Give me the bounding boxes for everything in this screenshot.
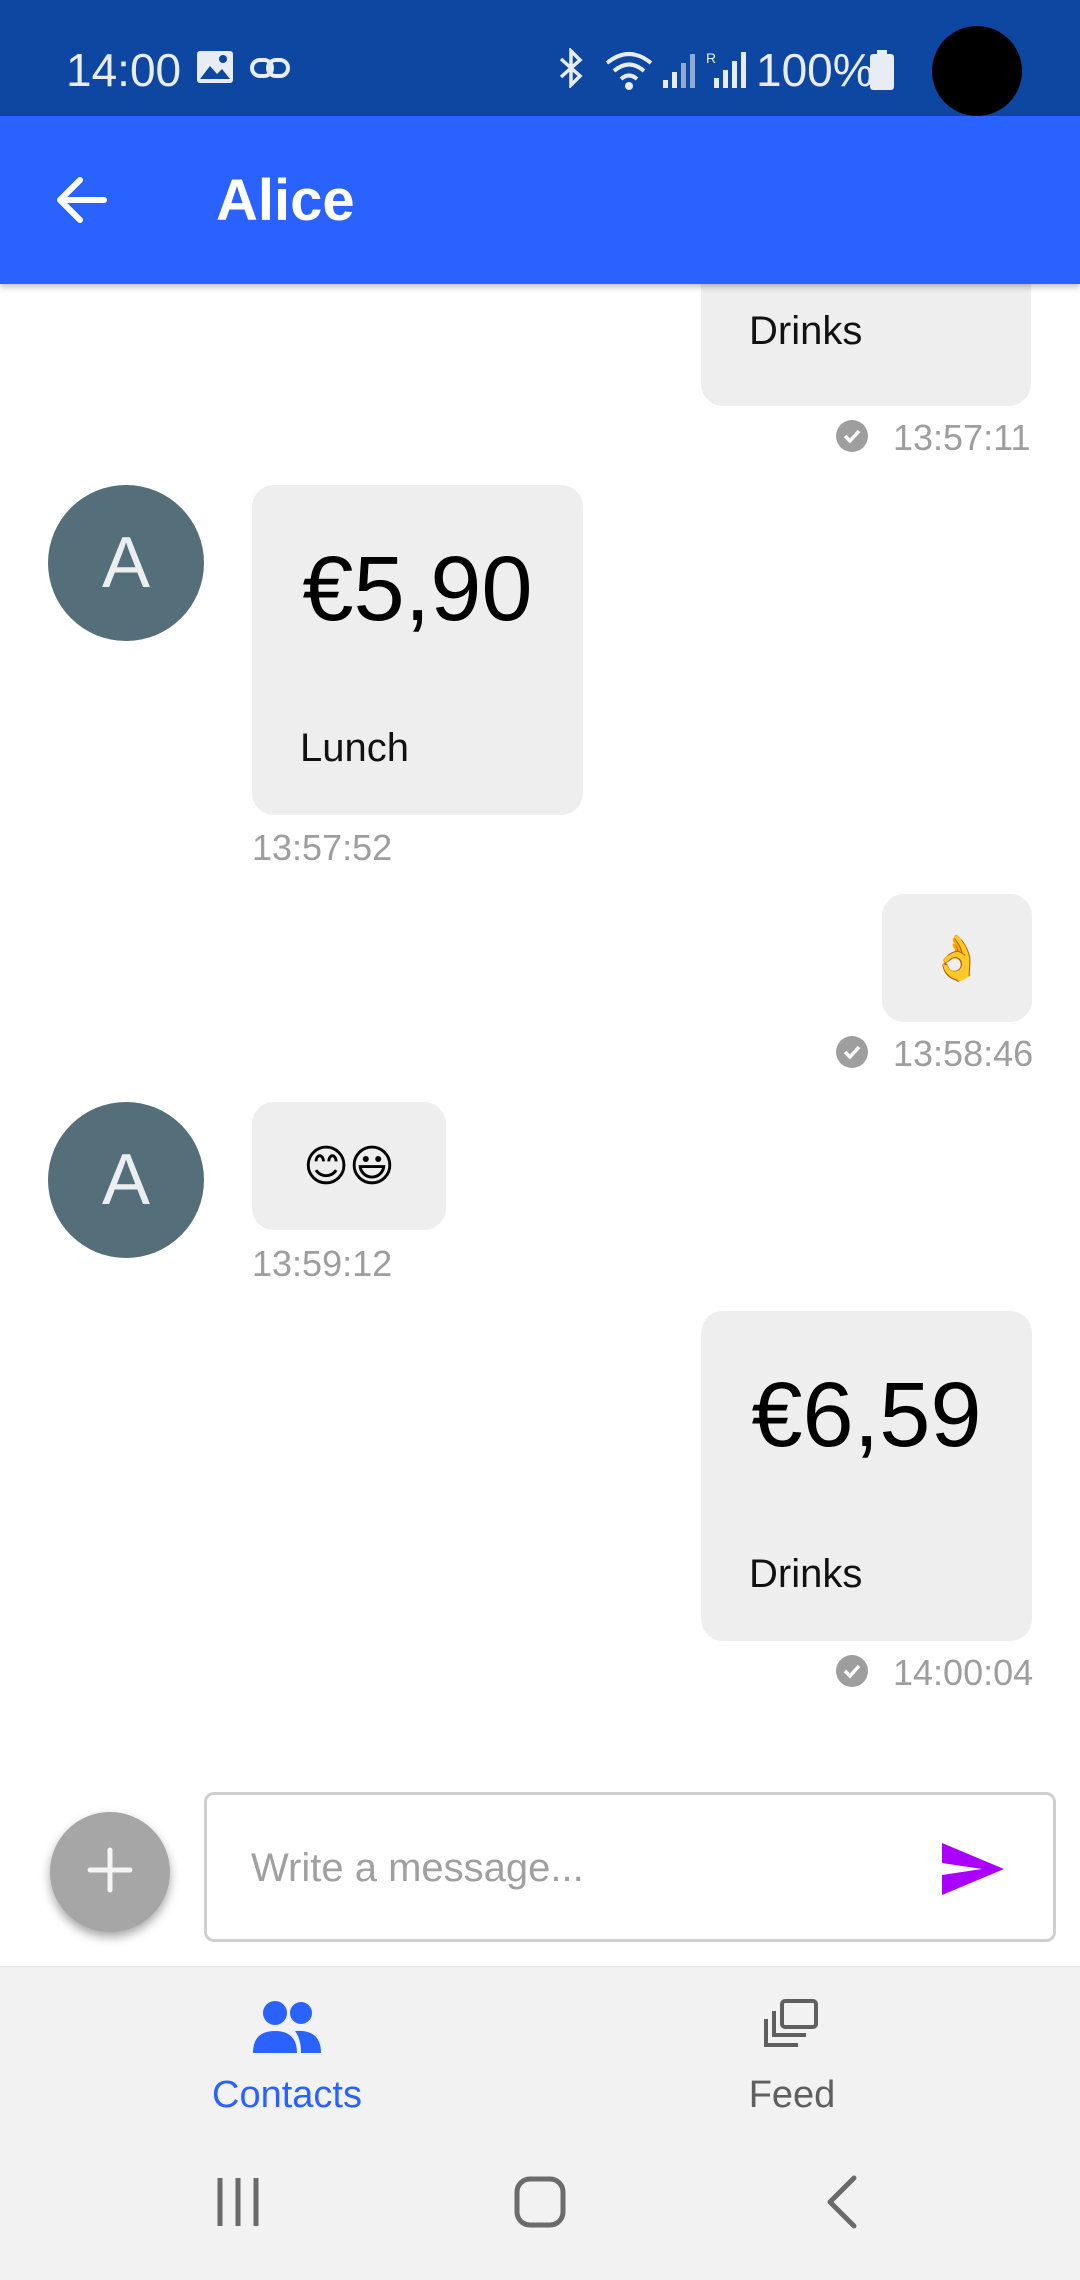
- message-input[interactable]: [251, 1835, 891, 1901]
- people-icon: [251, 1997, 323, 2057]
- message-timestamp: 13:58:46: [893, 1033, 1034, 1074]
- tab-contacts-label: Contacts: [212, 2074, 362, 2116]
- signal-icon: [662, 52, 698, 93]
- bottom-navigation: Contacts Feed: [0, 1966, 1080, 2134]
- emoji-text: 😊😃: [303, 1141, 395, 1191]
- signal-roaming-icon: R: [706, 50, 748, 93]
- send-icon: [940, 1841, 1006, 1902]
- app-bar: Alice: [0, 116, 1080, 284]
- check-circle-icon: [836, 420, 868, 452]
- home-icon: [514, 2176, 566, 2233]
- emoji-text: 👌: [929, 934, 985, 983]
- plus-icon: [86, 1846, 134, 1899]
- send-button[interactable]: [933, 1831, 1013, 1911]
- recent-apps-icon: [214, 2176, 262, 2233]
- payment-bubble-sent[interactable]: €6,59 Drinks: [701, 1311, 1032, 1641]
- bluetooth-icon: [556, 46, 586, 93]
- home-button[interactable]: [490, 2164, 590, 2244]
- payment-note: Drinks: [749, 1552, 863, 1596]
- payment-bubble-sent[interactable]: Drinks: [701, 284, 1031, 406]
- message-timestamp: 13:57:11: [893, 417, 1031, 458]
- gallery-icon: [196, 50, 234, 89]
- add-payment-button[interactable]: [50, 1812, 170, 1932]
- payment-note: Drinks: [749, 309, 863, 353]
- payment-note: Lunch: [300, 726, 409, 770]
- tab-contacts[interactable]: Contacts: [17, 1967, 557, 2135]
- battery-icon: [870, 50, 894, 95]
- tab-feed-label: Feed: [748, 2074, 836, 2116]
- svg-text:R: R: [706, 50, 716, 66]
- status-bar: 14:00 R 100%: [0, 0, 1080, 116]
- avatar[interactable]: A: [48, 1102, 204, 1258]
- payment-amount: €5,90: [302, 538, 533, 640]
- check-circle-icon: [836, 1036, 868, 1068]
- link-icon: [250, 56, 290, 85]
- system-navigation-bar: [0, 2134, 1080, 2280]
- message-list[interactable]: Drinks 13:57:11 A €5,90 Lunch 13:57:52 👌…: [0, 284, 1080, 1764]
- message-composer: [204, 1792, 1056, 1942]
- recent-apps-button[interactable]: [188, 2164, 288, 2244]
- tab-feed[interactable]: Feed: [522, 1967, 1062, 2135]
- message-timestamp: 14:00:04: [893, 1652, 1034, 1693]
- payment-bubble-received[interactable]: €5,90 Lunch: [252, 485, 583, 815]
- system-back-button[interactable]: [792, 2164, 892, 2244]
- arrow-left-icon: [56, 176, 108, 229]
- emoji-bubble-sent[interactable]: 👌: [882, 894, 1032, 1022]
- back-button[interactable]: [36, 156, 128, 248]
- wifi-icon: [604, 50, 654, 95]
- message-timestamp: 13:59:12: [252, 1243, 393, 1284]
- status-time: 14:00: [66, 44, 182, 96]
- page-title: Alice: [216, 168, 355, 233]
- emoji-bubble-received[interactable]: 😊😃: [252, 1102, 446, 1230]
- avatar[interactable]: A: [48, 485, 204, 641]
- payment-amount: €6,59: [751, 1364, 982, 1466]
- chevron-left-icon: [824, 2174, 860, 2235]
- check-circle-icon: [836, 1655, 868, 1687]
- message-timestamp: 13:57:52: [252, 827, 393, 868]
- feed-icon: [756, 1997, 828, 2057]
- camera-cutout: [932, 26, 1022, 116]
- battery-text: 100%: [756, 44, 874, 96]
